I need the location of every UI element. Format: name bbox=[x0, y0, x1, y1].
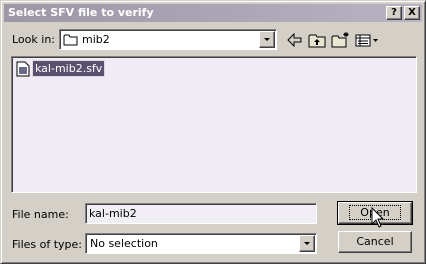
file-type-value: No selection bbox=[90, 237, 158, 250]
file-type-label: Files of type: bbox=[12, 238, 83, 251]
file-name[interactable]: kal-mib2.sfv bbox=[31, 60, 106, 77]
window-title: Select SFV file to verify bbox=[8, 6, 154, 19]
look-in-dropdown[interactable]: mib2 bbox=[59, 29, 277, 50]
look-in-label: Look in: bbox=[12, 33, 55, 46]
mouse-cursor-icon bbox=[371, 207, 385, 228]
chevron-down-icon[interactable] bbox=[299, 235, 315, 252]
file-type-dropdown[interactable]: No selection bbox=[85, 233, 317, 254]
cancel-button[interactable]: Cancel bbox=[338, 231, 412, 253]
chevron-down-icon[interactable] bbox=[259, 31, 275, 48]
close-button[interactable]: X bbox=[404, 6, 420, 20]
file-name-field[interactable] bbox=[85, 203, 317, 224]
view-menu-icon[interactable] bbox=[353, 30, 381, 50]
new-folder-icon[interactable] bbox=[329, 30, 351, 50]
open-file-dialog: Select SFV file to verify ? X Look in: m… bbox=[0, 0, 426, 264]
title-bar[interactable]: Select SFV file to verify ? X bbox=[4, 4, 422, 22]
look-in-value: mib2 bbox=[82, 33, 110, 46]
file-name-label: File name: bbox=[12, 208, 69, 221]
up-folder-icon[interactable] bbox=[306, 30, 328, 50]
file-list[interactable]: kal-mib2.sfv bbox=[11, 56, 417, 193]
file-icon bbox=[16, 61, 30, 77]
folder-icon bbox=[63, 34, 78, 46]
help-button[interactable]: ? bbox=[386, 6, 402, 20]
back-icon[interactable] bbox=[284, 30, 306, 50]
